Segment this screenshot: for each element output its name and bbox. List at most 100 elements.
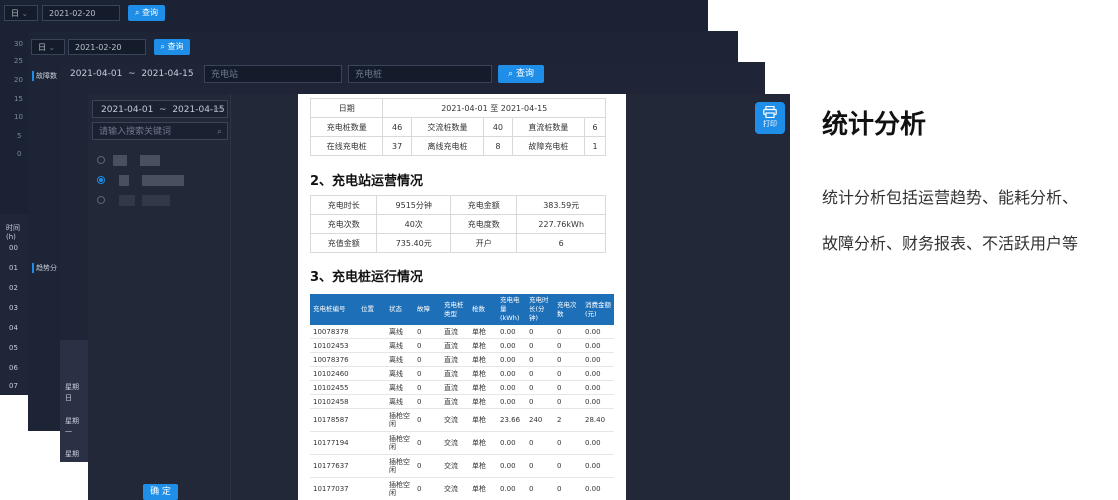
y-tick: 15 [14, 95, 23, 103]
table-cell: 0 [526, 431, 554, 455]
cell: 2021-04-01 至 2021-04-15 [382, 98, 606, 118]
table-cell: 离线 [386, 394, 414, 409]
table-cell: 0 [414, 408, 441, 432]
station-select[interactable]: 充电站 [204, 65, 342, 83]
table-cell: 10102455 [310, 380, 358, 395]
table-cell: 直流 [441, 325, 469, 339]
table-cell: 10102453 [310, 338, 358, 353]
cell: 直流桩数量 [511, 117, 586, 137]
confirm-button[interactable]: 确 定 [143, 484, 178, 500]
section-title: 3、充电桩运行情况 [310, 270, 424, 285]
table-cell: 0 [414, 352, 441, 367]
filter-panel: 2021-04-01 ~ 2021-04-15 ▭ 请输入搜索关键词 ⌕ 确 定 [88, 94, 231, 500]
y-tick: 0 [17, 150, 22, 158]
feature-description-line: 统计分析包括运营趋势、能耗分析、 [822, 188, 1079, 207]
table-cell: 单枪 [469, 477, 497, 500]
table-row: 10102455 离线 0 直流 单枪 0.00 0 0 0.00 [310, 380, 614, 395]
table-cell: 0.00 [497, 338, 526, 353]
time-row: 07 [9, 382, 18, 390]
cell: 40 [483, 117, 513, 137]
table-cell: 0.00 [582, 454, 614, 478]
table-cell: 0 [414, 454, 441, 478]
table-row: 10177194 插枪空闲 0 交流 单枪 0.00 0 0 0.00 [310, 431, 614, 455]
table-cell: 0 [414, 431, 441, 455]
time-row: 05 [9, 344, 18, 352]
table-cell: 0 [526, 366, 554, 381]
table-cell: 0 [554, 380, 582, 395]
table-cell [358, 325, 386, 339]
query-button[interactable]: ⌕ 查询 [154, 39, 190, 55]
table-cell: 10078378 [310, 325, 358, 339]
table-cell: 0.00 [497, 352, 526, 367]
cell: 充电桩数量 [309, 117, 384, 137]
column-header: 充电时长(分钟) [526, 294, 554, 325]
y-tick: 25 [14, 57, 23, 65]
table-cell [358, 431, 386, 455]
table-cell: 交流 [441, 431, 469, 455]
app-window-report: 2021-04-01 ~ 2021-04-15 ▭ 请输入搜索关键词 ⌕ 确 定… [88, 94, 790, 500]
table-cell: 单枪 [469, 454, 497, 478]
table-cell: 0.00 [582, 325, 614, 339]
cell: 9515分钟 [376, 195, 451, 215]
table-cell: 0 [526, 325, 554, 339]
cell: 在线充电桩 [309, 136, 384, 156]
query-button[interactable]: ⌕ 查询 [128, 5, 165, 21]
feature-description-line: 故障分析、财务报表、不活跃用户等 [822, 234, 1079, 253]
table-cell: 0 [414, 380, 441, 395]
week-label: 星期 [65, 450, 79, 458]
date-range[interactable]: 2021-04-01 ~ 2021-04-15 [64, 65, 200, 83]
table-cell: 单枪 [469, 338, 497, 353]
table-cell: 10178587 [310, 408, 358, 432]
period-select[interactable]: 日 ⌄ [4, 5, 38, 21]
table-row: 10078376 离线 0 直流 单枪 0.00 0 0 0.00 [310, 352, 614, 367]
section-title: 2、充电站运营情况 [310, 174, 424, 189]
y-tick: 30 [14, 40, 23, 48]
cell: 46 [382, 117, 412, 137]
table-cell [358, 408, 386, 432]
table-cell [358, 394, 386, 409]
table-cell: 10177037 [310, 477, 358, 500]
table-cell: 0.00 [497, 394, 526, 409]
cell: 故障充电桩 [511, 136, 586, 156]
table-cell: 0 [554, 338, 582, 353]
table-cell: 0 [414, 325, 441, 339]
date-range-input[interactable]: 2021-04-01 ~ 2021-04-15 ▭ [92, 100, 228, 118]
column-header: 状态 [386, 294, 414, 325]
table-row: 10102460 离线 0 直流 单枪 0.00 0 0 0.00 [310, 366, 614, 381]
date-input[interactable]: 2021-02-20 [42, 5, 120, 21]
table-cell: 0.00 [497, 431, 526, 455]
table-cell: 28.40 [582, 408, 614, 432]
table-cell: 0 [414, 366, 441, 381]
column-header: 位置 [358, 294, 386, 325]
time-row: 01 [9, 264, 18, 272]
table-cell: 0 [526, 454, 554, 478]
table-cell: 0 [554, 431, 582, 455]
search-input[interactable]: 请输入搜索关键词 ⌕ [92, 122, 228, 140]
table-cell: 直流 [441, 394, 469, 409]
period-select[interactable]: 日 ⌄ [31, 39, 65, 55]
table-cell: 离线 [386, 366, 414, 381]
time-header: 时间(h) [6, 224, 20, 241]
table-row: 10102458 离线 0 直流 单枪 0.00 0 0 0.00 [310, 394, 614, 409]
table-cell: 直流 [441, 366, 469, 381]
table-cell [358, 352, 386, 367]
table-cell: 0.00 [582, 394, 614, 409]
print-button[interactable]: 打印 [755, 102, 785, 134]
table-cell: 离线 [386, 325, 414, 339]
cell: 充电时长 [309, 195, 378, 215]
time-row: 06 [9, 364, 18, 372]
table-cell: 0.00 [497, 454, 526, 478]
pile-select[interactable]: 充电桩 [348, 65, 492, 83]
table-cell: 0.00 [497, 366, 526, 381]
table-cell: 直流 [441, 380, 469, 395]
panel-title: 故障数 [32, 71, 57, 81]
query-button[interactable]: ⌕ 查询 [498, 65, 544, 83]
table-cell: 0 [554, 325, 582, 339]
date-input[interactable]: 2021-02-20 [68, 39, 146, 55]
column-header: 故障 [414, 294, 441, 325]
table-cell: 单枪 [469, 380, 497, 395]
table-cell: 单枪 [469, 352, 497, 367]
y-tick: 10 [14, 113, 23, 121]
table-cell: 离线 [386, 380, 414, 395]
printer-icon [763, 106, 777, 118]
